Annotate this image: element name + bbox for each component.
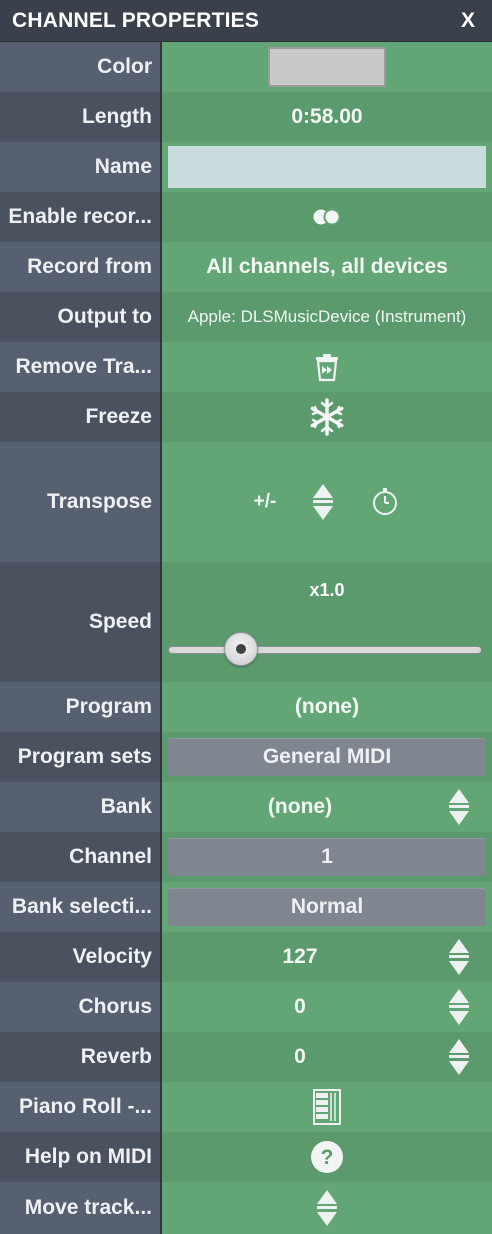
row-value: General MIDI xyxy=(160,732,492,782)
row-value: Normal xyxy=(160,882,492,932)
speed-slider-track[interactable] xyxy=(168,646,482,654)
row-value: 1 xyxy=(160,832,492,882)
row-label: Help on MIDI xyxy=(0,1132,160,1182)
row-label: Reverb xyxy=(0,1032,160,1082)
row-move-track: Move track... xyxy=(0,1182,492,1234)
row-output-to: Output to Apple: DLSMusicDevice (Instrum… xyxy=(0,292,492,342)
row-value[interactable]: All channels, all devices xyxy=(160,242,492,292)
record-toggle-icon[interactable] xyxy=(312,208,342,226)
length-value: 0:58.00 xyxy=(291,105,363,128)
row-value: +/- xyxy=(160,442,492,562)
chorus-spinner-icon[interactable] xyxy=(448,987,470,1027)
row-name: Name xyxy=(0,142,492,192)
chorus-value[interactable]: 0 xyxy=(162,995,438,1019)
row-velocity: Velocity 127 xyxy=(0,932,492,982)
row-label: Record from xyxy=(0,242,160,292)
speed-value: x1.0 xyxy=(309,580,345,600)
row-value xyxy=(160,1082,492,1132)
close-button[interactable]: X xyxy=(456,9,480,33)
reverb-value[interactable]: 0 xyxy=(162,1045,438,1069)
velocity-value[interactable]: 127 xyxy=(162,945,438,969)
row-help-midi: Help on MIDI ? xyxy=(0,1132,492,1182)
row-value xyxy=(160,392,492,442)
row-value xyxy=(160,192,492,242)
channel-dropdown[interactable]: 1 xyxy=(168,838,486,876)
panel-title: CHANNEL PROPERTIES xyxy=(12,8,260,32)
row-label: Channel xyxy=(0,832,160,882)
row-channel: Channel 1 xyxy=(0,832,492,882)
speed-slider-thumb[interactable] xyxy=(224,632,258,666)
output-to-value: Apple: DLSMusicDevice (Instrument) xyxy=(187,307,467,326)
row-value xyxy=(160,42,492,92)
row-label: Color xyxy=(0,42,160,92)
row-value xyxy=(160,1182,492,1234)
row-bank: Bank (none) xyxy=(0,782,492,832)
trash-icon[interactable] xyxy=(311,351,343,383)
row-value: 0 xyxy=(160,982,492,1032)
row-label: Program xyxy=(0,682,160,732)
piano-roll-icon[interactable] xyxy=(312,1089,342,1125)
row-remove-track: Remove Tra... xyxy=(0,342,492,392)
row-reverb: Reverb 0 xyxy=(0,1032,492,1082)
row-label: Program sets xyxy=(0,732,160,782)
row-value: 0:58.00 xyxy=(160,92,492,142)
row-chorus: Chorus 0 xyxy=(0,982,492,1032)
row-label: Transpose xyxy=(0,442,160,562)
row-label: Speed xyxy=(0,562,160,682)
row-label: Velocity xyxy=(0,932,160,982)
row-freeze: Freeze xyxy=(0,392,492,442)
up-down-icon[interactable] xyxy=(312,482,334,522)
properties-list: Color Length 0:58.00 Name Enable recor..… xyxy=(0,42,492,1234)
row-length: Length 0:58.00 xyxy=(0,92,492,142)
row-label: Freeze xyxy=(0,392,160,442)
row-program: Program (none) xyxy=(0,682,492,732)
row-label: Bank selecti... xyxy=(0,882,160,932)
row-transpose: Transpose +/- xyxy=(0,442,492,562)
row-speed: Speed x1.0 xyxy=(0,562,492,682)
row-label: Piano Roll -... xyxy=(0,1082,160,1132)
row-value: x1.0 xyxy=(160,562,492,682)
row-label: Remove Tra... xyxy=(0,342,160,392)
row-label: Length xyxy=(0,92,160,142)
color-swatch[interactable] xyxy=(268,47,386,87)
row-program-sets: Program sets General MIDI xyxy=(0,732,492,782)
row-value xyxy=(160,142,492,192)
row-record-from: Record from All channels, all devices xyxy=(0,242,492,292)
name-input[interactable] xyxy=(168,146,486,188)
velocity-spinner-icon[interactable] xyxy=(448,937,470,977)
row-value[interactable]: Apple: DLSMusicDevice (Instrument) xyxy=(160,292,492,342)
transpose-plus-minus[interactable]: +/- xyxy=(254,491,277,513)
row-color: Color xyxy=(0,42,492,92)
row-value: ? xyxy=(160,1132,492,1182)
row-piano-roll: Piano Roll -... xyxy=(0,1082,492,1132)
row-value: 127 xyxy=(160,932,492,982)
program-value: (none) xyxy=(294,695,360,718)
program-sets-dropdown[interactable]: General MIDI xyxy=(168,738,486,776)
row-bank-selection: Bank selecti... Normal xyxy=(0,882,492,932)
row-label: Enable recor... xyxy=(0,192,160,242)
row-label: Output to xyxy=(0,292,160,342)
row-value[interactable]: (none) xyxy=(160,682,492,732)
help-icon[interactable]: ? xyxy=(310,1140,344,1174)
row-label: Name xyxy=(0,142,160,192)
panel-titlebar: CHANNEL PROPERTIES X xyxy=(0,0,492,42)
snowflake-icon[interactable] xyxy=(307,397,347,437)
row-enable-record: Enable recor... xyxy=(0,192,492,242)
svg-text:?: ? xyxy=(321,1146,334,1169)
row-value: 0 xyxy=(160,1032,492,1082)
up-down-icon[interactable] xyxy=(316,1188,338,1228)
bank-value: (none) xyxy=(267,795,333,818)
row-value xyxy=(160,342,492,392)
bank-spinner-icon[interactable] xyxy=(448,787,470,827)
row-label: Bank xyxy=(0,782,160,832)
record-from-value: All channels, all devices xyxy=(206,255,448,278)
reverb-spinner-icon[interactable] xyxy=(448,1037,470,1077)
bank-selection-dropdown[interactable]: Normal xyxy=(168,888,486,926)
row-value: (none) xyxy=(160,782,492,832)
row-label: Chorus xyxy=(0,982,160,1032)
row-label: Move track... xyxy=(0,1182,160,1234)
clock-icon[interactable] xyxy=(370,487,400,517)
